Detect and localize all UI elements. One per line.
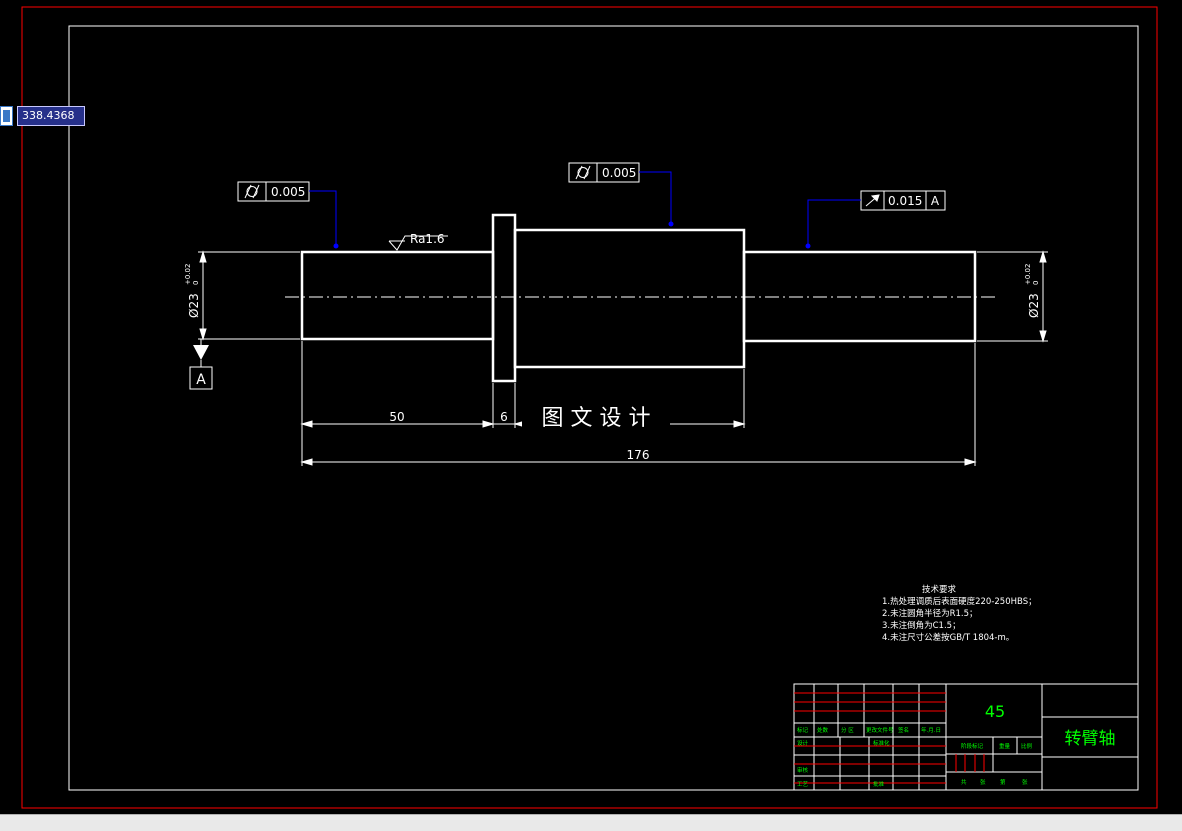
tech-req-item-2: 2.未注圆角半径为R1.5；: [882, 608, 978, 619]
technical-requirements: 技术要求 1.热处理调质后表面硬度220-250HBS； 2.未注圆角半径为R1…: [882, 584, 1037, 643]
svg-text:张: 张: [1022, 778, 1028, 786]
surface-roughness-symbol: Ra1.6: [388, 232, 448, 251]
svg-text:审核: 审核: [797, 766, 809, 774]
svg-text:0.015: 0.015: [888, 194, 922, 208]
cylindricity-icon: [244, 184, 260, 199]
leader-left-dot: [333, 243, 339, 249]
title-block: 标记 处数 分 区 更改文件号 签名 年.月.日 设计 标准化 审核 工艺 批准…: [793, 683, 1139, 791]
dimension-50: 50: [389, 410, 404, 424]
roughness-value: Ra1.6: [410, 232, 445, 246]
svg-text:0: 0: [1032, 281, 1040, 285]
svg-text:共: 共: [961, 778, 967, 786]
tech-req-item-4: 4.未注尺寸公差按GB/T 1804-m。: [882, 632, 1014, 643]
dimension-lines: [199, 250, 1047, 466]
svg-text:处数: 处数: [817, 726, 829, 734]
leader-right: [807, 199, 861, 248]
svg-text:签名: 签名: [898, 726, 909, 734]
part-name-label: 转臂轴: [1065, 729, 1116, 749]
left-journal: [300, 250, 495, 341]
material-label: 45: [985, 702, 1005, 721]
diameter-right-label: Ø23 +0.02 0: [1024, 264, 1041, 318]
leader-center: [639, 171, 672, 226]
cylindricity-icon: [575, 165, 591, 180]
svg-text:0.005: 0.005: [602, 166, 636, 180]
cad-drawing-canvas[interactable]: 50 6 176 Ø23 +0.02 0 Ø23 +0.02 0 A Ra1.6…: [0, 0, 1182, 830]
gdt-frame-center: 0.005: [568, 162, 640, 183]
leader-right-dot: [805, 243, 811, 249]
svg-text:第: 第: [1000, 778, 1006, 786]
tech-req-item-3: 3.未注倒角为C1.5；: [882, 620, 961, 631]
tech-req-item-1: 1.热处理调质后表面硬度220-250HBS；: [882, 596, 1037, 607]
window-bottom-bar: [0, 814, 1182, 831]
diameter-left-label: Ø23 +0.02 0: [184, 264, 201, 318]
svg-text:+0.02: +0.02: [184, 264, 192, 285]
coordinate-mode-icon[interactable]: [0, 106, 13, 126]
gdt-frame-right: 0.015 A: [860, 190, 946, 211]
svg-text:比例: 比例: [1021, 742, 1033, 750]
svg-text:年.月.日: 年.月.日: [921, 726, 941, 734]
svg-text:设计: 设计: [797, 739, 809, 747]
center-body: [513, 228, 746, 369]
dimension-6: 6: [500, 410, 508, 424]
svg-text:标记: 标记: [797, 726, 809, 734]
watermark-text: 图 文 设 计: [542, 406, 651, 431]
svg-text:A: A: [931, 194, 940, 208]
svg-text:Ø23: Ø23: [1027, 293, 1041, 318]
leader-left: [309, 190, 337, 248]
svg-text:标准化: 标准化: [873, 739, 890, 747]
runout-arrow-icon: [865, 194, 880, 207]
tech-req-title: 技术要求: [922, 584, 957, 595]
svg-text:+0.02: +0.02: [1024, 264, 1032, 285]
svg-text:工艺: 工艺: [797, 781, 809, 788]
svg-text:阶段标记: 阶段标记: [961, 742, 984, 750]
svg-text:0.005: 0.005: [271, 185, 305, 199]
svg-text:重量: 重量: [999, 742, 1011, 750]
svg-text:分 区: 分 区: [841, 726, 854, 734]
svg-text:更改文件号: 更改文件号: [866, 726, 894, 734]
collar: [491, 213, 517, 383]
gdt-frame-left: 0.005: [237, 181, 310, 202]
svg-text:批准: 批准: [873, 780, 885, 788]
extension-lines: [198, 251, 1048, 466]
leader-center-dot: [668, 221, 674, 227]
datum-a-label: A: [196, 372, 206, 388]
svg-text:0: 0: [192, 281, 200, 285]
svg-text:Ø23: Ø23: [187, 293, 201, 318]
coordinate-input[interactable]: 338.4368: [17, 106, 85, 126]
dimension-176: 176: [627, 448, 650, 462]
datum-a-symbol: A: [189, 339, 213, 390]
svg-text:张: 张: [980, 778, 986, 786]
